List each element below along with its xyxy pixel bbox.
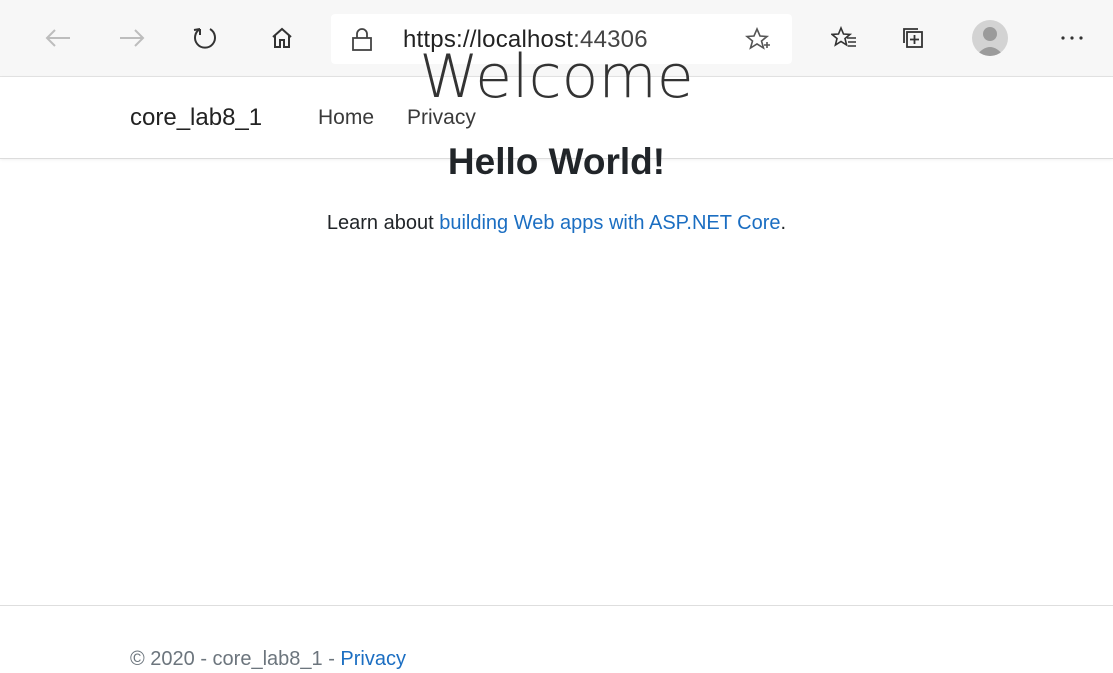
footer: © 2020 - core_lab8_1 - Privacy bbox=[130, 648, 406, 671]
more-icon bbox=[1061, 36, 1083, 40]
footer-privacy-link[interactable]: Privacy bbox=[340, 648, 406, 670]
learn-suffix: . bbox=[780, 212, 787, 234]
hello-heading: Hello World! bbox=[447, 141, 666, 182]
page-title: Welcome bbox=[419, 42, 694, 112]
aspnet-docs-link[interactable]: building Web apps with ASP.NET Core bbox=[439, 212, 780, 234]
learn-prefix: Learn about bbox=[326, 212, 440, 234]
footer-divider bbox=[0, 605, 1113, 606]
footer-text: © 2020 - core_lab8_1 - bbox=[130, 648, 341, 670]
learn-paragraph: Learn about building Web apps with ASP.N… bbox=[0, 212, 1113, 235]
